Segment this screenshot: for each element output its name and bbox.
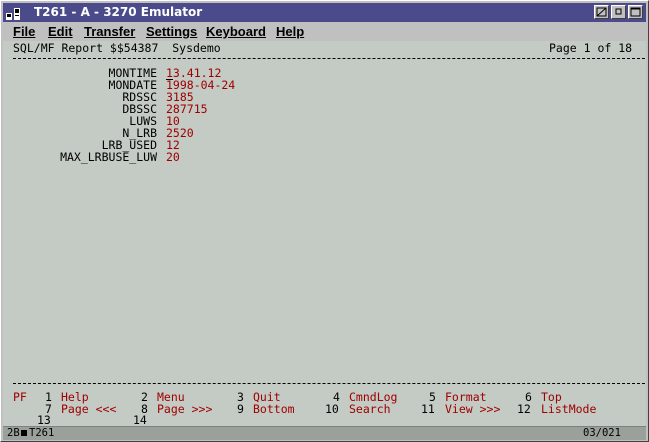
bottom-divider	[13, 383, 645, 384]
pf-key-number: 11	[421, 402, 435, 416]
status-bar: 2B T261 03/021	[3, 426, 646, 440]
maximize-icon	[630, 7, 641, 17]
pf-key-number: 9	[237, 402, 244, 416]
menu-settings-label: Settings	[146, 24, 198, 39]
emulator-window: T261 - A - 3270 Emulator File Edit Trans…	[0, 0, 649, 442]
window-title: T261 - A - 3270 Emulator	[34, 5, 203, 19]
menu-help-label: Help	[276, 24, 305, 39]
menu-keyboard[interactable]: Keyboard	[206, 24, 266, 39]
pf-key-view[interactable]: View >>>	[445, 403, 500, 415]
top-divider	[13, 58, 645, 59]
cursor-position: 03/021	[583, 427, 621, 439]
pf-key-number[interactable]: 13	[37, 414, 51, 426]
menu-transfer[interactable]: Transfer	[84, 24, 135, 39]
field-value[interactable]: 20	[166, 151, 180, 163]
title-bar[interactable]: T261 - A - 3270 Emulator	[3, 3, 646, 22]
status-session: T261	[29, 427, 55, 439]
restore-icon	[615, 8, 622, 15]
connection-icon	[21, 430, 27, 436]
pf-key-page-back[interactable]: Page <<<	[61, 403, 116, 415]
report-header-page: Page 1 of 18	[549, 41, 633, 55]
status-indicator: 2B	[7, 427, 20, 439]
pf-key-search[interactable]: Search	[349, 403, 391, 415]
restore-button[interactable]	[611, 5, 626, 19]
menu-file-label: File	[13, 24, 36, 39]
menu-keyboard-label: Keyboard	[206, 24, 266, 39]
pf-key-bottom[interactable]: Bottom	[253, 403, 295, 415]
terminal-screen[interactable]: SQL/MF Report $$54387 Sysdemo Page 1 of …	[3, 41, 646, 426]
menu-help[interactable]: Help	[276, 24, 304, 39]
pf-label: PF	[13, 390, 27, 404]
maximize-button[interactable]	[628, 5, 643, 19]
report-header-left: SQL/MF Report $$54387 Sysdemo	[13, 41, 221, 55]
pf-key-listmode[interactable]: ListMode	[541, 403, 596, 415]
pf-key-number: 10	[325, 402, 339, 416]
pf-key-page-forward[interactable]: Page >>>	[157, 403, 212, 415]
menu-file[interactable]: File	[13, 24, 35, 39]
menu-transfer-label: Transfer	[84, 24, 136, 39]
menu-edit-label: Edit	[48, 24, 73, 39]
pf-key-number[interactable]: 14	[133, 414, 147, 426]
pf-key-number: 12	[517, 402, 531, 416]
field-label: MAX_LRBUSE_LUW	[60, 150, 157, 164]
minimize-icon	[596, 7, 607, 17]
minimize-button[interactable]	[594, 5, 609, 19]
menu-edit[interactable]: Edit	[48, 24, 73, 39]
menu-bar: File Edit Transfer Settings Keyboard Hel…	[3, 23, 646, 41]
system-menu-icon[interactable]	[6, 6, 22, 20]
menu-settings[interactable]: Settings	[146, 24, 197, 39]
